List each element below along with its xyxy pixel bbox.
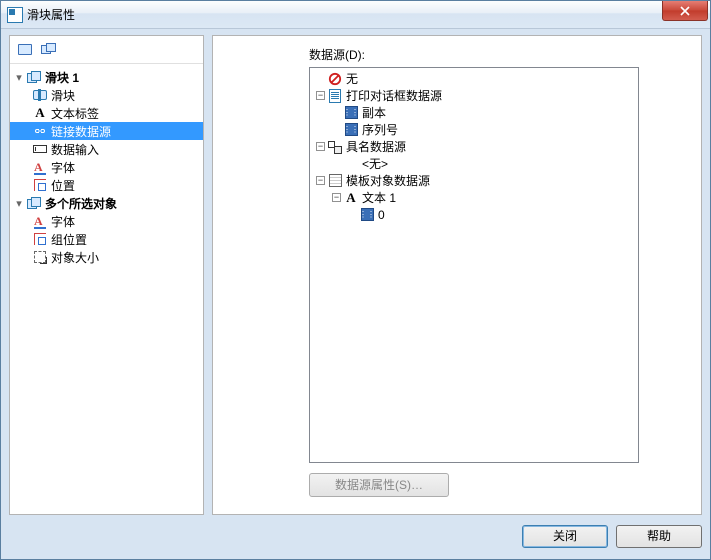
nav-item-label: 文本标签 [51,105,99,122]
close-button[interactable] [662,1,708,21]
collapse-icon[interactable]: − [316,91,325,100]
position-icon [32,177,48,193]
collapse-icon[interactable]: ▾ [12,71,26,84]
close-dialog-button[interactable]: 关闭 [522,525,608,548]
collapse-icon[interactable]: − [316,176,325,185]
nav-section-multi[interactable]: ▾ 多个所选对象 [10,194,203,212]
ds-item-serial[interactable]: ⋮⋮ 序列号 [310,121,638,138]
app-icon [7,7,23,23]
nav-item-label: 字体 [51,159,75,176]
nav-section-label: 多个所选对象 [45,195,117,212]
font-icon: A [32,159,48,175]
nav-item-label: 滑块 [51,87,75,104]
nav-item-font[interactable]: A 字体 [10,158,203,176]
data-icon: ⋮⋮ [359,207,375,223]
ds-item-label: 无 [346,70,358,87]
ds-item-label: <无> [362,155,388,172]
ds-item-label: 文本 1 [362,189,396,206]
slider-icon [26,69,42,85]
ds-item-named[interactable]: − 具名数据源 [310,138,638,155]
ds-item-label: 序列号 [362,121,398,138]
data-icon: ⋮⋮ [343,122,359,138]
help-button[interactable]: 帮助 [616,525,702,548]
datasource-properties-button[interactable]: 数据源属性(S)… [309,473,449,497]
ds-item-text1[interactable]: − A 文本 1 [310,189,638,206]
nav-item-link-datasource[interactable]: 链接数据源 [10,122,203,140]
data-icon: ⋮⋮ [343,105,359,121]
font-icon: A [32,213,48,229]
nav-item-label: 对象大小 [51,249,99,266]
multi-rect-icon [41,43,57,57]
nav-item-label: 字体 [51,213,75,230]
collapse-icon[interactable]: − [332,193,341,202]
nav-item-label: 数据输入 [51,141,99,158]
slider-icon [32,87,48,103]
single-rect-icon [18,44,32,55]
multi-select-icon [26,195,42,211]
ds-item-label: 副本 [362,104,386,121]
link-icon [32,123,48,139]
ds-item-copies[interactable]: ⋮⋮ 副本 [310,104,638,121]
ds-item-label: 0 [378,208,385,222]
collapse-icon[interactable]: − [316,142,325,151]
input-icon [32,141,48,157]
nav-item-position[interactable]: 位置 [10,176,203,194]
collapse-icon[interactable]: ▾ [12,197,26,210]
nav-section-label: 滑块 1 [45,69,79,86]
ds-item-none[interactable]: 无 [310,70,638,87]
size-icon [32,249,48,265]
toolbar-multi-object-button[interactable] [38,39,60,61]
named-icon [327,139,343,155]
nav-item-slider[interactable]: 滑块 [10,86,203,104]
document-icon [327,88,343,104]
text-icon: A [343,190,359,206]
ds-item-named-empty[interactable]: <无> [310,155,638,172]
dialog-window: 滑块属性 ▾ 滑块 1 滑块 A [0,0,711,560]
close-icon [680,6,690,16]
left-toolbar [10,36,203,64]
nav-tree[interactable]: ▾ 滑块 1 滑块 A 文本标签 链接数据源 数 [10,64,203,514]
nav-item-group-position[interactable]: 组位置 [10,230,203,248]
ds-item-label: 模板对象数据源 [346,172,430,189]
window-title: 滑块属性 [27,6,75,23]
titlebar[interactable]: 滑块属性 [1,1,710,29]
template-icon [327,173,343,189]
forbid-icon [327,71,343,87]
text-icon: A [32,105,48,121]
ds-item-template[interactable]: − 模板对象数据源 [310,172,638,189]
footer: 关闭 帮助 [9,521,702,551]
nav-item-object-size[interactable]: 对象大小 [10,248,203,266]
ds-item-print-dialog[interactable]: − 打印对话框数据源 [310,87,638,104]
position-icon [32,231,48,247]
ds-item-label: 具名数据源 [346,138,406,155]
nav-item-data-input[interactable]: 数据输入 [10,140,203,158]
toolbar-single-object-button[interactable] [14,39,36,61]
client-area: ▾ 滑块 1 滑块 A 文本标签 链接数据源 数 [9,35,702,515]
left-panel: ▾ 滑块 1 滑块 A 文本标签 链接数据源 数 [9,35,204,515]
nav-item-text-label[interactable]: A 文本标签 [10,104,203,122]
nav-section-slider[interactable]: ▾ 滑块 1 [10,68,203,86]
ds-item-label: 打印对话框数据源 [346,87,442,104]
nav-item-label: 链接数据源 [51,123,111,140]
nav-item-font-group[interactable]: A 字体 [10,212,203,230]
ds-item-text1-0[interactable]: ⋮⋮ 0 [310,206,638,223]
datasource-tree[interactable]: 无 − 打印对话框数据源 ⋮⋮ 副本 ⋮⋮ 序列号 [309,67,639,463]
right-panel: 数据源(D): 无 − 打印对话框数据源 ⋮⋮ 副本 [212,35,702,515]
nav-item-label: 位置 [51,177,75,194]
datasource-label: 数据源(D): [309,46,689,63]
nav-item-label: 组位置 [51,231,87,248]
